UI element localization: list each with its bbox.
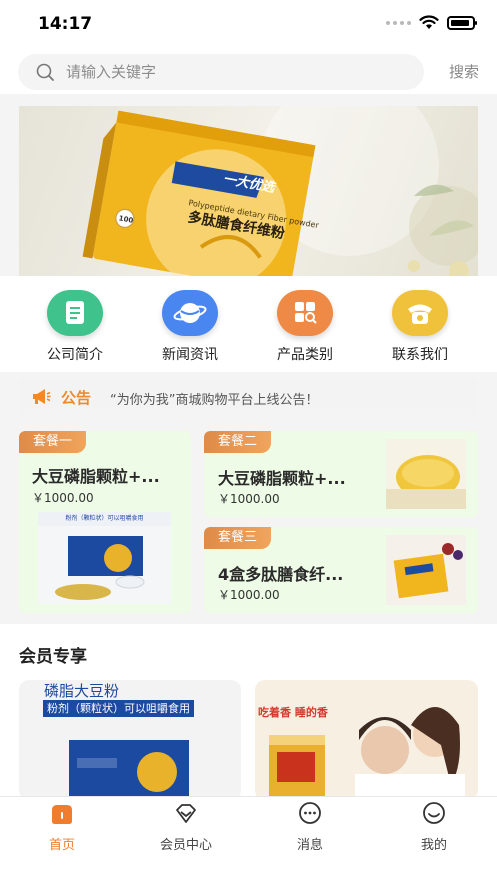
tab-messages[interactable]: 消息 <box>260 801 360 853</box>
home-icon <box>52 805 72 824</box>
combo-name: 4盒多肽膳食纤... <box>218 565 344 584</box>
chat-bubble-icon <box>299 802 321 824</box>
wifi-icon <box>419 15 439 29</box>
member-section: 会员专享 磷脂大豆粉 粉剂（颗粒状）可以咀嚼食用 吃着香 睡的香 <box>0 624 497 800</box>
diamond-icon <box>176 804 196 823</box>
member-card-1[interactable]: 磷脂大豆粉 粉剂（颗粒状）可以咀嚼食用 <box>19 680 241 800</box>
tab-mine[interactable]: 我的 <box>384 801 484 853</box>
announcement-bar[interactable]: 公告 “为你为我”商城购物平台上线公告！ <box>19 378 478 415</box>
status-icons <box>386 15 477 30</box>
tab-home[interactable]: 首页 <box>12 801 112 853</box>
grid-search-icon <box>277 290 333 336</box>
tab-label: 会员中心 <box>159 838 212 853</box>
announcement-title: 公告 <box>61 389 92 407</box>
nav-company-intro[interactable]: 公司简介 <box>35 290 115 364</box>
member-card-title: 磷脂大豆粉 <box>44 682 120 700</box>
search-box[interactable] <box>18 54 424 90</box>
status-bar: 14:17 <box>0 0 497 48</box>
combo-name: 大豆磷脂颗粒+... <box>218 469 346 488</box>
banner-carousel[interactable]: 一大优选 Polypeptide dietary Fiber powder 多肽… <box>19 106 478 276</box>
member-photo <box>269 707 465 800</box>
phone-icon <box>392 290 448 336</box>
combo-tag: 套餐一 <box>19 431 87 453</box>
combo-product-image: 粉剂（颗粒状）可以咀嚼食用 <box>38 512 171 604</box>
member-card-subtitle: 粉剂（颗粒状）可以咀嚼食用 <box>43 700 194 717</box>
announcement-text: “为你为我”商城购物平台上线公告！ <box>110 393 319 408</box>
smile-icon <box>423 802 445 824</box>
planet-icon <box>162 290 218 336</box>
member-section-title: 会员专享 <box>19 647 87 667</box>
combo-tag: 套餐二 <box>204 431 272 453</box>
combo-card-1[interactable]: 套餐一 大豆磷脂颗粒+... ￥1000.00 粉剂（颗粒状）可以咀嚼食用 <box>19 431 191 613</box>
search-bar: 搜索 <box>0 48 497 94</box>
nav-label: 产品类别 <box>277 347 333 363</box>
combo-price: ￥1000.00 <box>32 491 94 505</box>
combo-product-image <box>386 535 466 605</box>
search-icon <box>36 63 54 81</box>
combo-card-2[interactable]: 套餐二 大豆磷脂颗粒+... ￥1000.00 <box>204 431 478 517</box>
nav-label: 联系我们 <box>392 347 448 363</box>
nav-label: 新闻资讯 <box>162 347 218 363</box>
tab-label: 首页 <box>48 838 75 853</box>
megaphone-icon <box>33 389 51 404</box>
tab-member-center[interactable]: 会员中心 <box>136 801 236 853</box>
tab-label: 消息 <box>296 838 323 853</box>
tab-label: 我的 <box>420 838 447 853</box>
search-button[interactable]: 搜索 <box>449 61 479 82</box>
nav-product-category[interactable]: 产品类别 <box>265 290 345 364</box>
quick-nav: 公司简介 新闻资讯 产品类别 联系我们 <box>0 276 497 372</box>
document-icon <box>47 290 103 336</box>
member-card-2[interactable]: 吃着香 睡的香 <box>255 680 478 800</box>
combo-name: 大豆磷脂颗粒+... <box>32 467 160 486</box>
member-product-image <box>69 740 189 800</box>
bottom-tab-bar: 首页 会员中心 消息 我的 <box>0 796 497 883</box>
combo-price: ￥1000.00 <box>218 588 280 602</box>
combo-tag: 套餐三 <box>204 527 272 549</box>
nav-contact-us[interactable]: 联系我们 <box>380 290 460 364</box>
combo-price: ￥1000.00 <box>218 492 280 506</box>
status-time: 14:17 <box>38 14 93 34</box>
nav-news[interactable]: 新闻资讯 <box>150 290 230 364</box>
combo-product-image <box>386 439 466 509</box>
combo-card-3[interactable]: 套餐三 4盒多肽膳食纤... ￥1000.00 <box>204 527 478 613</box>
search-input[interactable] <box>66 54 416 90</box>
signal-icon <box>386 20 411 25</box>
banner-image: 一大优选 Polypeptide dietary Fiber powder 多肽… <box>82 106 478 276</box>
nav-label: 公司简介 <box>47 347 103 363</box>
battery-icon <box>447 15 477 30</box>
